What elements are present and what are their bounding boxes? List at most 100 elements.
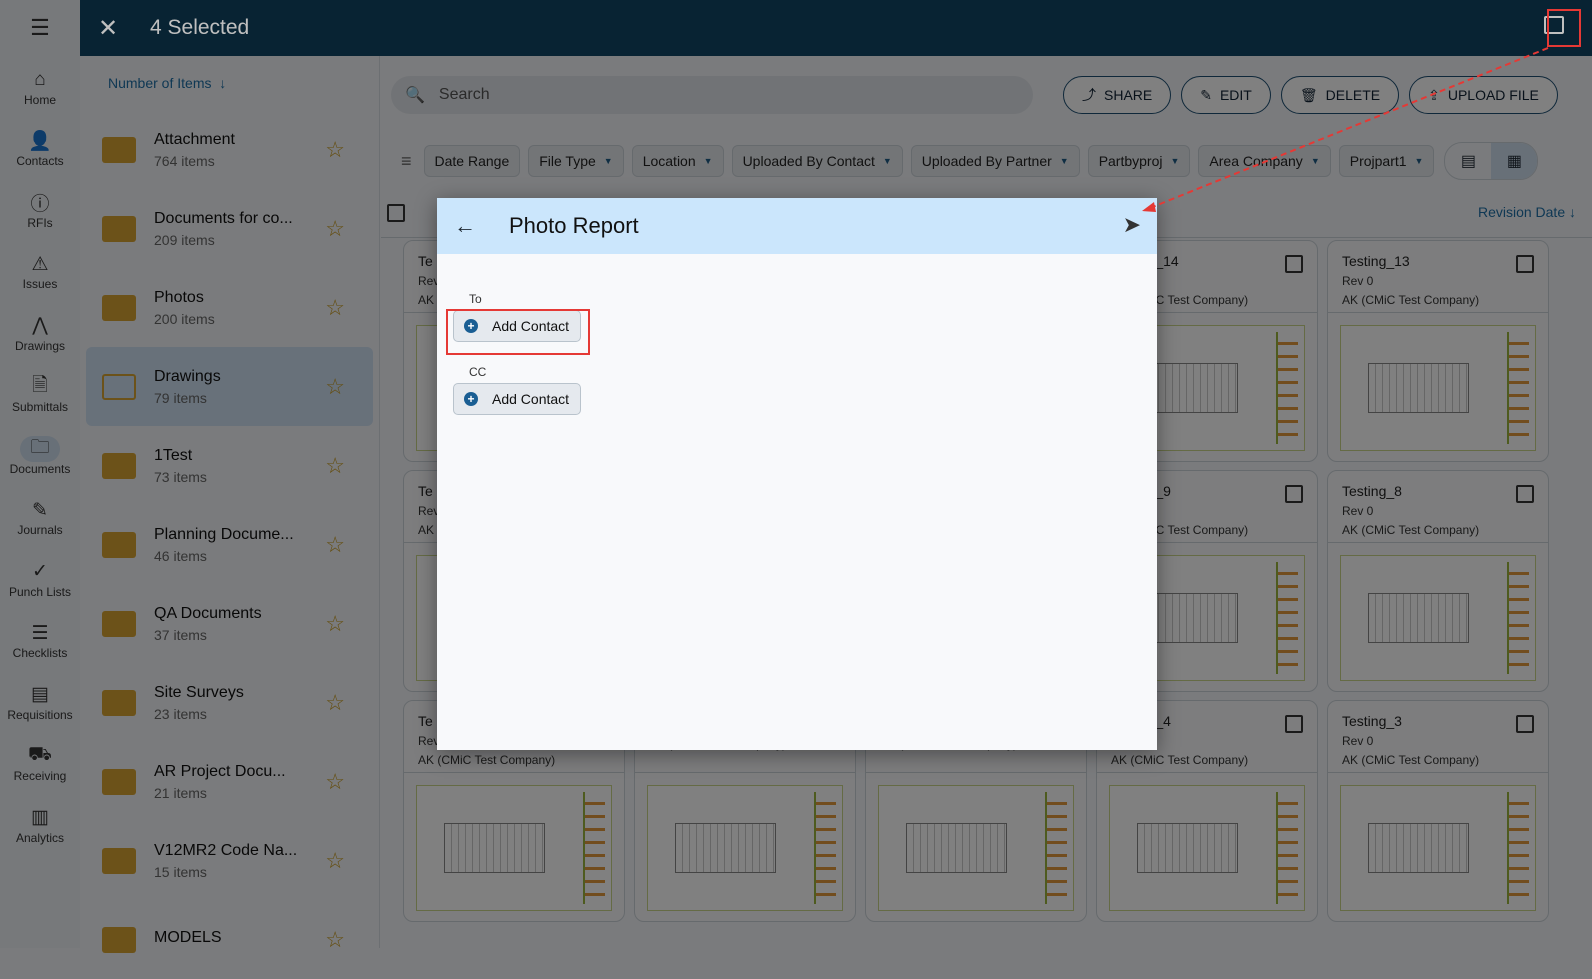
dialog-title: Photo Report — [509, 213, 639, 238]
folder-icon — [102, 294, 136, 321]
filter-partbyproj[interactable]: Partbyproj ▼ — [1087, 145, 1191, 177]
document-card[interactable]: Testing_3 Rev 0 AK (CMiC Test Company) — [1327, 700, 1549, 922]
folder-icon — [102, 689, 136, 716]
card-checkbox[interactable] — [1285, 715, 1303, 733]
image-icon[interactable] — [1544, 16, 1564, 34]
rail-item-contacts[interactable]: 👤 Contacts — [0, 118, 80, 180]
star-icon[interactable]: ☆ — [325, 374, 345, 400]
folder-item[interactable]: AR Project Docu... 21 items ☆ — [86, 742, 373, 821]
filter-date-range[interactable]: Date Range — [423, 145, 521, 177]
card-checkbox[interactable] — [1285, 485, 1303, 503]
folder-item[interactable]: Site Surveys 23 items ☆ — [86, 663, 373, 742]
checklists-icon: ☰ — [31, 622, 49, 644]
card-checkbox[interactable] — [1516, 485, 1534, 503]
filter-area-company[interactable]: Area Company ▼ — [1198, 145, 1331, 177]
card-checkbox[interactable] — [1516, 255, 1534, 273]
folder-item[interactable]: Photos 200 items ☆ — [86, 268, 373, 347]
share-button[interactable]: ⤴ SHARE — [1063, 76, 1172, 114]
rail-item-checklists[interactable]: ☰ Checklists — [0, 610, 80, 672]
rail-item-rfis[interactable]: ⓘ RFIs — [0, 179, 80, 241]
drawings-icon: ⋀ — [32, 315, 48, 337]
rail-item-drawings[interactable]: ⋀ Drawings — [0, 302, 80, 364]
filter-icon[interactable]: ≡ — [401, 151, 412, 172]
card-checkbox[interactable] — [1285, 255, 1303, 273]
journals-icon: ✎ — [32, 499, 48, 521]
delete-button[interactable]: 🗑 DELETE — [1280, 76, 1400, 114]
edit-button[interactable]: ✎ EDIT — [1181, 76, 1271, 114]
add-to-contact-button[interactable]: + Add Contact — [453, 310, 581, 342]
filter-location[interactable]: Location ▼ — [631, 145, 724, 177]
rail-item-analytics[interactable]: ▥ Analytics — [0, 794, 80, 856]
folder-item[interactable]: Planning Docume... 46 items ☆ — [86, 505, 373, 584]
star-icon[interactable]: ☆ — [325, 453, 345, 479]
selection-bar: ✕ 4 Selected — [80, 0, 1592, 56]
rail-item-documents[interactable]: 🗀 Documents — [0, 425, 80, 487]
star-icon[interactable]: ☆ — [325, 848, 345, 874]
add-cc-contact-button[interactable]: + Add Contact — [453, 383, 581, 415]
caret-down-icon: ▼ — [1414, 156, 1424, 166]
search-input[interactable]: 🔍 Search — [391, 76, 1033, 114]
arrow-down-icon: ↓ — [219, 75, 227, 91]
filter-uploaded-by-contact[interactable]: Uploaded By Contact ▼ — [731, 145, 903, 177]
rail-item-journals[interactable]: ✎ Journals — [0, 487, 80, 549]
caret-down-icon: ▼ — [703, 156, 713, 166]
select-all-checkbox[interactable] — [387, 204, 405, 222]
contacts-icon: 👤 — [28, 131, 52, 153]
grid-view-icon[interactable]: ▦ — [1491, 143, 1538, 179]
folder-icon — [102, 373, 136, 400]
star-icon[interactable]: ☆ — [325, 137, 345, 163]
caret-down-icon: ▼ — [1310, 156, 1320, 166]
filter-uploaded-by-partner[interactable]: Uploaded By Partner ▼ — [910, 145, 1080, 177]
rail-item-requisitions[interactable]: ▤ Requisitions — [0, 671, 80, 733]
folder-icon — [102, 768, 136, 795]
upload-file-button[interactable]: ⇪ UPLOAD FILE — [1409, 76, 1558, 114]
star-icon[interactable]: ☆ — [325, 216, 345, 242]
menu-icon[interactable]: ☰ — [0, 0, 80, 56]
rail-item-submittals[interactable]: 🗎 Submittals — [0, 364, 80, 426]
to-label: To — [469, 292, 482, 306]
document-card[interactable]: Testing_8 Rev 0 AK (CMiC Test Company) — [1327, 470, 1549, 692]
delete-icon: 🗑 — [1299, 86, 1318, 103]
document-card[interactable]: Testing_13 Rev 0 AK (CMiC Test Company) — [1327, 240, 1549, 462]
back-arrow-icon[interactable]: ← — [437, 213, 493, 239]
drawing-thumbnail — [1340, 325, 1536, 451]
share-icon: ⤴ — [1082, 87, 1096, 103]
documents-icon: 🗀 — [20, 435, 60, 462]
folder-item[interactable]: Drawings 79 items ☆ — [86, 347, 373, 426]
rail-item-issues[interactable]: ⚠ Issues — [0, 241, 80, 303]
view-toggle: ▤ ▦ — [1444, 142, 1539, 180]
folder-item[interactable]: Attachment 764 items ☆ — [86, 110, 373, 189]
star-icon[interactable]: ☆ — [325, 769, 345, 795]
rail-item-home[interactable]: ⌂ Home — [0, 56, 80, 118]
send-icon[interactable]: ➤ — [1123, 212, 1141, 238]
search-icon: 🔍 — [405, 87, 425, 104]
close-icon[interactable]: ✕ — [80, 14, 136, 43]
card-checkbox[interactable] — [1516, 715, 1534, 733]
star-icon[interactable]: ☆ — [325, 532, 345, 558]
list-view-icon[interactable]: ▤ — [1445, 143, 1491, 179]
plus-circle-icon: + — [464, 319, 478, 333]
drawing-thumbnail — [878, 785, 1074, 911]
drawing-thumbnail — [1340, 785, 1536, 911]
nav-rail: ☰ ⌂ Home 👤 Contacts ⓘ RFIs ⚠ Issues ⋀ Drawings 🗎 Su… — [0, 0, 80, 948]
receiving-icon: ⛟ — [28, 744, 52, 766]
sort-number-of-items[interactable]: Number of Items ↓ — [80, 56, 379, 110]
star-icon[interactable]: ☆ — [325, 611, 345, 637]
filter-file-type[interactable]: File Type ▼ — [528, 145, 624, 177]
drawing-thumbnail — [416, 785, 612, 911]
submittals-icon: 🗎 — [32, 375, 48, 397]
sort-revision-date[interactable]: Revision Date ↓ — [1478, 204, 1576, 220]
star-icon[interactable]: ☆ — [325, 295, 345, 321]
star-icon[interactable]: ☆ — [325, 690, 345, 716]
rail-item-receiving[interactable]: ⛟ Receiving — [0, 733, 80, 795]
folder-item[interactable]: Documents for co... 209 items ☆ — [86, 189, 373, 268]
folder-item[interactable]: 1Test 73 items ☆ — [86, 426, 373, 505]
folder-item[interactable]: V12MR2 Code Na... 15 items ☆ — [86, 821, 373, 900]
filter-projpart1[interactable]: Projpart1 ▼ — [1338, 145, 1435, 177]
rail-item-punch-lists[interactable]: ✓ Punch Lists — [0, 548, 80, 610]
analytics-icon: ▥ — [31, 807, 49, 829]
folder-item[interactable]: QA Documents 37 items ☆ — [86, 584, 373, 663]
star-icon[interactable]: ☆ — [325, 927, 345, 953]
caret-down-icon: ▼ — [1170, 156, 1180, 166]
folder-item[interactable]: MODELS ☆ — [86, 900, 373, 979]
